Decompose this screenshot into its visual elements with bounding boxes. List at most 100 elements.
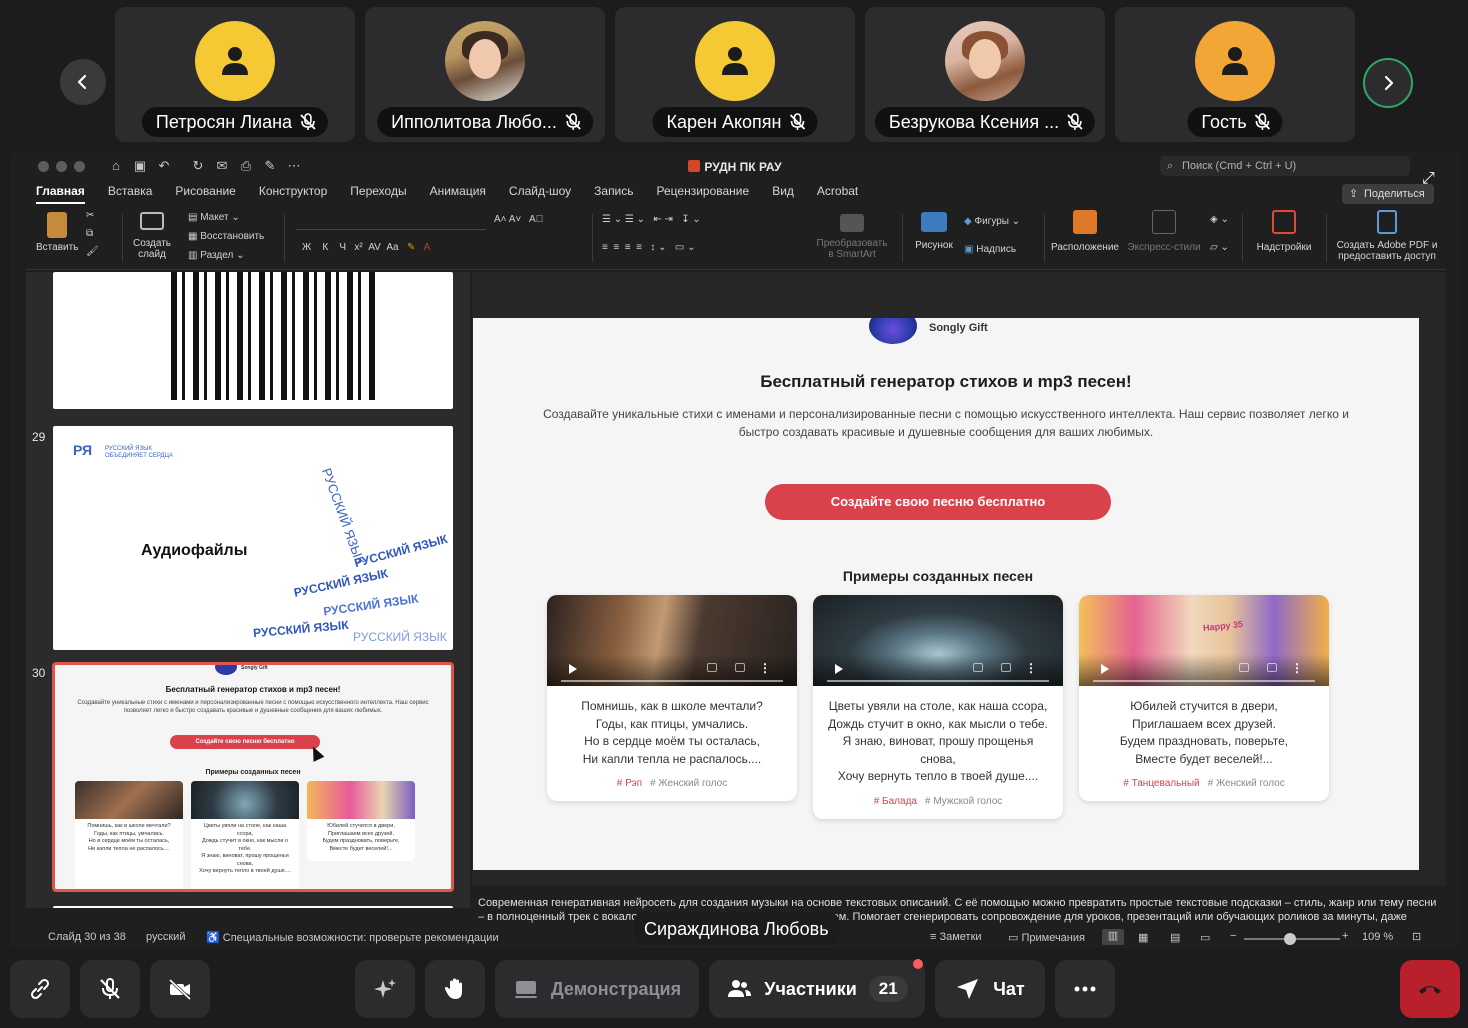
shapes-button[interactable]: ◆ Фигуры ⌄ (964, 216, 1020, 227)
slide-thumbnail-selected[interactable]: Songly Gift Бесплатный генератор стихов … (52, 662, 454, 892)
font-size-group[interactable]: A˄ A˅ A⃥ (494, 214, 543, 225)
slide-title: Аудиофайлы (141, 542, 248, 559)
participant-name-text: Карен Акопян (666, 112, 782, 132)
tab-design[interactable]: Конструктор (259, 184, 327, 204)
shape-outline-button[interactable]: ▱ ⌄ (1210, 242, 1229, 253)
paste-button[interactable]: Вставить (36, 212, 78, 253)
participant-tile[interactable]: Ипполитова Любо... (365, 7, 605, 142)
cut-icon[interactable]: ✂ (86, 210, 94, 221)
tab-slideshow[interactable]: Слайд-шоу (509, 184, 571, 204)
zoom-in-button[interactable]: + (1342, 930, 1348, 942)
participants-button[interactable]: Участники 21 (709, 960, 925, 1018)
effects-button[interactable] (355, 960, 415, 1018)
format-painter-icon[interactable]: 🖌 (86, 246, 99, 257)
tab-acrobat[interactable]: Acrobat (817, 184, 858, 204)
new-slide-button[interactable]: Создать слайд (130, 212, 174, 260)
arrange-button[interactable]: Расположение (1050, 210, 1120, 253)
speaker-notes[interactable]: Современная генеративная нейросеть для с… (478, 896, 1440, 928)
screen-share-label: Демонстрация (550, 978, 682, 999)
participant-tile[interactable]: Гость (1115, 7, 1355, 142)
notes-toggle[interactable]: ≡ Заметки (930, 931, 982, 943)
list-group[interactable]: ☰ ⌄ ☰ ⌄ ⇤ ⇥ ↧ ⌄ (602, 214, 701, 225)
zoom-out-button[interactable]: − (1230, 930, 1236, 942)
underline-button[interactable]: Ч (339, 242, 346, 253)
participant-name: Безрукова Ксения ... (874, 107, 1096, 137)
divider (122, 214, 123, 262)
section-button[interactable]: ▥ Раздел ⌄ (188, 250, 244, 261)
reading-view-button[interactable]: ▤ (1170, 931, 1180, 944)
tab-transitions[interactable]: Переходы (350, 184, 406, 204)
participant-tile[interactable]: Карен Акопян (615, 7, 855, 142)
slideshow-button[interactable]: ▭ (1200, 931, 1210, 944)
font-name-select[interactable] (296, 214, 486, 230)
language-indicator[interactable]: русский (146, 931, 185, 943)
next-participants-button[interactable] (1363, 58, 1413, 108)
zoom-level[interactable]: 109 % (1362, 931, 1393, 943)
italic-button[interactable]: К (322, 242, 328, 253)
leave-call-button[interactable] (1400, 960, 1460, 1018)
font-color-icon[interactable]: A (424, 242, 431, 253)
tab-home[interactable]: Главная (36, 184, 85, 204)
highlight-icon[interactable]: ✎ (407, 242, 415, 253)
raise-hand-button[interactable] (425, 960, 485, 1018)
tab-view[interactable]: Вид (772, 184, 794, 204)
zoom-slider-thumb[interactable] (1284, 933, 1296, 945)
camera-toggle[interactable] (150, 960, 210, 1018)
copy-icon[interactable]: ⧉ (86, 228, 93, 239)
slide-thumbnail[interactable] (53, 272, 453, 409)
shapes-label: Фигуры (974, 216, 1009, 227)
tab-record[interactable]: Запись (594, 184, 633, 204)
comments-toggle[interactable]: ▭ Примечания (1008, 931, 1085, 944)
addins-button[interactable]: Надстройки (1246, 210, 1322, 253)
smartart-button[interactable]: Преобразовать в SmartArt (812, 214, 892, 260)
microphone-toggle[interactable] (80, 960, 140, 1018)
adobe-pdf-button[interactable]: Создать Adobe PDF и предоставить доступ (1332, 210, 1442, 262)
picture-label: Рисунок (915, 240, 953, 251)
layout-button[interactable]: ▤ Макет ⌄ (188, 212, 240, 223)
more-menu-button[interactable] (1055, 960, 1115, 1018)
video-player: ⋮ (547, 595, 797, 686)
tab-insert[interactable]: Вставка (108, 184, 153, 204)
song-tags: # Балада # Мужской голос (813, 786, 1063, 819)
video-progress-bar (561, 680, 783, 682)
zoom-slider[interactable] (1244, 933, 1340, 945)
screen-share-button[interactable]: Демонстрация (495, 960, 699, 1018)
comments-label: Примечания (1021, 932, 1085, 944)
powerpoint-icon (688, 160, 701, 172)
normal-view-button[interactable]: ▥ (1102, 929, 1124, 945)
tab-animations[interactable]: Анимация (430, 184, 486, 204)
shape-fill-button[interactable]: ◈ ⌄ (1210, 214, 1229, 225)
textbox-button[interactable]: ▣ Надпись (964, 244, 1016, 255)
tab-draw[interactable]: Рисование (175, 184, 235, 204)
search-input[interactable]: ⌕ Поиск (Cmd + Ctrl + U) (1160, 156, 1410, 176)
reset-button[interactable]: ▦ Восстановить (188, 231, 264, 242)
accessibility-status[interactable]: ♿ Специальные возможности: проверьте рек… (206, 931, 499, 944)
thumb-cta: Создайте свою песню бесплатно (170, 735, 320, 749)
bold-button[interactable]: Ж (302, 242, 311, 253)
slide-thumbnail[interactable]: РЯ РУССКИЙ ЯЗЫК ОБЪЕДИНЯЕТ СЕРДЦА Аудиоф… (53, 426, 453, 650)
current-slide[interactable]: Songly Gift Бесплатный генератор стихов … (473, 318, 1419, 870)
align-group[interactable]: ≡ ≡ ≡ ≡ ↕ ⌄ ▭ ⌄ (602, 242, 695, 253)
slide-thumbnails-panel[interactable]: 29 РЯ РУССКИЙ ЯЗЫК ОБЪЕДИНЯЕТ СЕРДЦА Ауд… (26, 272, 470, 908)
reset-label: Восстановить (200, 231, 265, 242)
participant-tile[interactable]: Петросян Лиана (115, 7, 355, 142)
more-options-icon: ⋮ (759, 661, 771, 675)
prev-participants-button[interactable] (60, 59, 106, 105)
tab-review[interactable]: Рецензирование (657, 184, 750, 204)
fullscreen-icon[interactable]: ⤢ (1422, 170, 1442, 190)
fit-to-window-icon[interactable]: ⊡ (1412, 930, 1421, 943)
play-icon (1101, 664, 1109, 674)
slide-thumbnail[interactable] (53, 906, 453, 908)
chat-button[interactable]: Чат (935, 960, 1045, 1018)
picture-button[interactable]: Рисунок (912, 212, 956, 251)
participant-tile[interactable]: Безрукова Ксения ... (865, 7, 1105, 142)
divider (902, 214, 903, 262)
slide-position: Слайд 30 из 38 (48, 931, 126, 943)
video-controls: ⋮ (1079, 654, 1329, 686)
more-options-icon: ⋮ (1291, 661, 1303, 675)
quick-styles-button[interactable]: Экспресс-стили (1124, 210, 1204, 253)
copy-link-button[interactable] (10, 960, 70, 1018)
paste-label: Вставить (36, 242, 79, 253)
share-button[interactable]: ⇪ Поделиться (1342, 184, 1434, 204)
slide-sorter-button[interactable]: ▦ (1138, 931, 1148, 944)
